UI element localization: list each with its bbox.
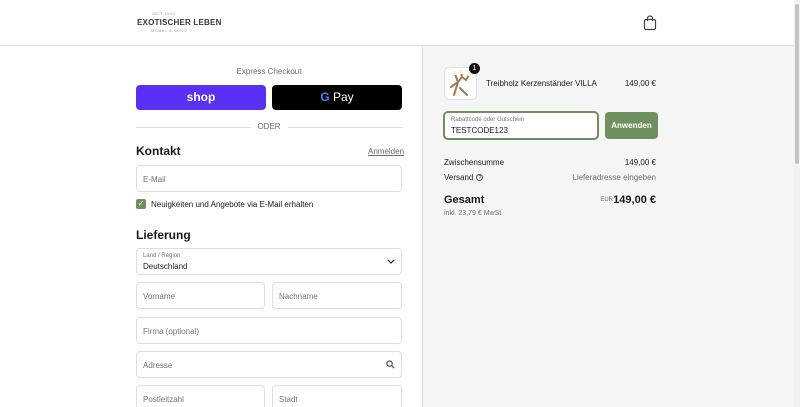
shop-pay-button[interactable]: shop [136,85,266,110]
last-name-placeholder: Nachname [279,292,318,301]
search-icon[interactable] [386,360,395,369]
order-summary: 1 Treibholz Kerzenständer VILLA 149,00 €… [422,46,794,407]
shopping-bag-icon[interactable] [643,15,657,31]
shipping-label: Versand [444,173,474,182]
subtotal-value: 149,00 € [624,158,656,167]
country-select[interactable]: Land / Region Deutschland [136,248,402,275]
city-placeholder: Stadt [279,395,298,404]
total-currency: EUR [600,197,613,203]
product-name: Treibholz Kerzenständer VILLA [486,79,597,88]
shipping-row: Versand? [444,173,484,182]
delivery-title: Lieferung [136,228,191,242]
header: SEIT 1993 EXOTISCHER LEBEN MÖBEL & DEKO [0,0,794,46]
first-name-field[interactable]: Vorname [136,282,265,309]
checkout-form: Express Checkout shop G Pay ODER Kontakt… [0,46,422,407]
gpay-label: Pay [329,90,354,104]
scrollbar[interactable] [794,0,800,407]
scrollbar-thumb[interactable] [795,4,799,164]
express-checkout-title: Express Checkout [236,67,302,76]
divider-label: ODER [250,122,288,131]
chevron-down-icon [387,259,395,264]
google-pay-button[interactable]: G Pay [272,85,402,110]
google-g-icon: G [320,90,330,104]
discount-label: Rabattcode oder Gutschein [451,117,525,123]
zip-field[interactable]: Postleitzahl [136,385,265,407]
zip-placeholder: Postleitzahl [143,395,184,404]
email-placeholder: E-Mail [143,175,166,184]
last-name-field[interactable]: Nachname [272,282,402,309]
quantity-badge: 1 [469,63,480,74]
total-value: 149,00 € [613,194,656,206]
logo-tagline-top: SEIT 1993 [152,11,176,16]
login-link[interactable]: Anmelden [368,147,404,156]
tax-note: inkl. 23,79 € MwSt [444,210,502,217]
address-field[interactable]: Adresse [136,351,402,378]
city-field[interactable]: Stadt [272,385,402,407]
country-value: Deutschland [143,262,188,271]
address-placeholder: Adresse [143,361,173,370]
discount-code-input[interactable]: Rabattcode oder Gutschein TESTCODE123 [444,112,598,139]
company-placeholder: Firma (optional) [143,327,200,336]
company-field[interactable]: Firma (optional) [136,317,402,344]
country-label: Land / Region [143,253,181,259]
subtotal-label: Zwischensumme [444,158,505,167]
shipping-value: Lieferadresse eingeben [572,173,656,182]
store-logo[interactable]: SEIT 1993 EXOTISCHER LEBEN MÖBEL & DEKO [137,11,221,35]
newsletter-label: Neuigkeiten und Angebote via E-Mail erha… [151,200,314,209]
apply-discount-button[interactable]: Anwenden [605,112,658,139]
contact-title: Kontakt [136,144,181,158]
logo-wordmark: EXOTISCHER LEBEN [137,18,222,27]
email-field[interactable]: E-Mail [136,165,402,192]
help-icon[interactable]: ? [476,174,484,182]
first-name-placeholder: Vorname [143,292,176,301]
product-price: 149,00 € [624,79,656,88]
newsletter-checkbox[interactable]: ✓ [136,199,146,209]
total-label: Gesamt [444,194,485,206]
discount-value: TESTCODE123 [451,126,508,135]
logo-tagline-bottom: MÖBEL & DEKO [151,28,188,33]
